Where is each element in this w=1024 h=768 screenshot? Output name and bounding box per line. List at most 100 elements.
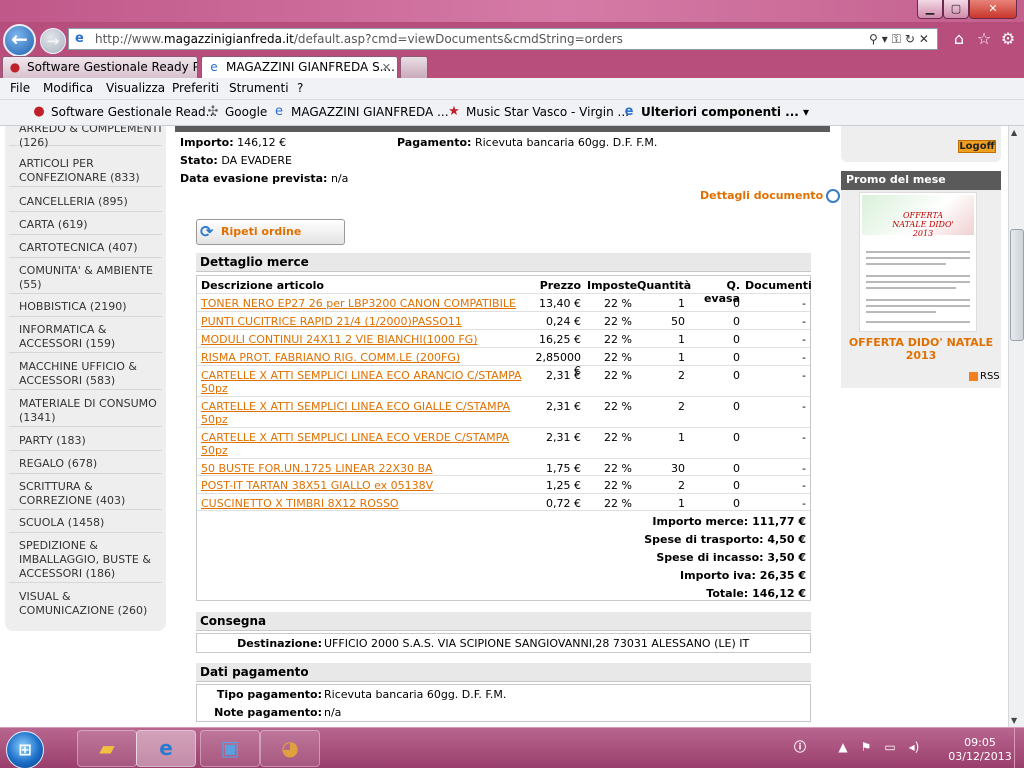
ripeti-ordine-button[interactable]: ⟳ Ripeti ordine	[196, 219, 345, 245]
category-materiale-consumo[interactable]: MATERIALE DI CONSUMO (1341)	[9, 394, 162, 427]
fav-magazzini-gianfreda[interactable]: e MAGAZZINI GIANFREDA ...	[271, 104, 449, 119]
scroll-up-arrow-icon[interactable]: ▲	[1011, 128, 1017, 137]
item-documents: -	[802, 400, 806, 413]
item-price: 2,31 €	[546, 369, 581, 382]
maximize-button[interactable]: ▢	[943, 0, 969, 19]
item-quantity: 1	[678, 351, 685, 364]
category-carta[interactable]: CARTA (619)	[9, 215, 162, 235]
back-button[interactable]: ←	[3, 24, 36, 57]
show-hidden-icons-icon[interactable]: ▲	[835, 739, 851, 755]
category-visual-comunicazione[interactable]: VISUAL & COMUNICAZIONE (260)	[9, 587, 162, 620]
taskbar-remote-desktop-button[interactable]: ▣	[200, 730, 260, 767]
minimize-button[interactable]: ▁	[917, 0, 943, 19]
total-value: 146,12 €	[752, 587, 806, 600]
category-arredo[interactable]: ARREDO & COMPLEMENTI (126)	[9, 126, 162, 149]
category-macchine-ufficio[interactable]: MACCHINE UFFICIO & ACCESSORI (583)	[9, 357, 162, 390]
item-description-link[interactable]: PUNTI CUCITRICE RAPID 21/4 (1/2000)PASSO…	[201, 315, 526, 328]
ie-page-icon: e	[210, 60, 218, 74]
item-fulfilled-qty: 0	[733, 297, 740, 310]
forward-button[interactable]: →	[40, 28, 66, 54]
item-documents: -	[802, 462, 806, 475]
scrollbar-thumb[interactable]	[1010, 229, 1024, 341]
tab-software-gestionale[interactable]: ● Software Gestionale Ready Pro ...	[2, 56, 198, 78]
item-fulfilled-qty: 0	[733, 462, 740, 475]
address-tools[interactable]: ⚲▾⚿↻✕	[869, 29, 933, 49]
promo-image[interactable]: OFFERTA NATALE DIDO' 2013	[859, 192, 977, 332]
category-articoli-confezionare[interactable]: ARTICOLI PER CONFEZIONARE (833)	[9, 154, 162, 187]
new-tab-button[interactable]	[400, 56, 428, 78]
menu-modifica[interactable]: Modifica	[43, 81, 93, 95]
item-price: 16,25 €	[539, 333, 581, 346]
item-tax: 22 %	[604, 479, 632, 492]
fav-label: MAGAZZINI GIANFREDA ...	[291, 105, 449, 119]
item-description-link[interactable]: CARTELLE X ATTI SEMPLICI LINEA ECO GIALL…	[201, 400, 526, 426]
dettagli-documento-link[interactable]: Dettagli documento	[700, 189, 841, 203]
category-hobbistica[interactable]: HOBBISTICA (2190)	[9, 297, 162, 317]
category-cartotecnica[interactable]: CARTOTECNICA (407)	[9, 238, 162, 258]
item-quantity: 1	[678, 297, 685, 310]
item-documents: -	[802, 351, 806, 364]
address-bar[interactable]: e http://www.magazzinigianfreda.it/defau…	[68, 28, 938, 50]
rss-link[interactable]: RSS	[969, 371, 1000, 382]
item-quantity: 50	[671, 315, 685, 328]
star-icon: ★	[448, 104, 460, 119]
menu-preferiti[interactable]: Preferiti	[172, 81, 219, 95]
category-scrittura-correzione[interactable]: SCRITTURA & CORREZIONE (403)	[9, 477, 162, 510]
favorites-star-icon[interactable]: ☆	[975, 30, 993, 48]
close-tab-icon[interactable]: ✕	[382, 57, 391, 78]
item-quantity: 1	[678, 431, 685, 444]
menu-file[interactable]: File	[10, 81, 30, 95]
item-fulfilled-qty: 0	[733, 431, 740, 444]
close-window-button[interactable]: ✕	[969, 0, 1017, 19]
item-description-link[interactable]: CARTELLE X ATTI SEMPLICI LINEA ECO ARANC…	[201, 369, 526, 395]
network-icon[interactable]: ▭	[882, 739, 898, 755]
magnifier-icon	[826, 189, 841, 203]
menu-strumenti[interactable]: Strumenti	[229, 81, 289, 95]
start-button[interactable]: ⊞	[6, 731, 44, 768]
item-description-link[interactable]: POST-IT TARTAN 38X51 GIALLO ex 05138V	[201, 479, 526, 492]
item-quantity: 1	[678, 333, 685, 346]
vertical-scrollbar[interactable]: ▲ ▼	[1008, 126, 1024, 727]
category-spedizione-imballaggio[interactable]: SPEDIZIONE & IMBALLAGGIO, BUSTE & ACCESS…	[9, 536, 162, 583]
fav-music-star-vasco[interactable]: ★ Music Star Vasco - Virgin ...	[446, 104, 629, 119]
menu-visualizza[interactable]: Visualizza	[106, 81, 165, 95]
tab-label: Software Gestionale Ready Pro ...	[27, 60, 197, 74]
info-icon[interactable]: ⓘ	[792, 739, 808, 755]
item-description-link[interactable]: CUSCINETTO X TIMBRI 8X12 ROSSO	[201, 497, 526, 510]
category-cancelleria[interactable]: CANCELLERIA (895)	[9, 192, 162, 212]
total-label: Totale:	[706, 587, 749, 600]
table-row: RISMA PROT. FABRIANO RIG. COMM.LE (200FG…	[197, 348, 810, 377]
promo-title-link[interactable]: OFFERTA DIDO' NATALE 2013	[841, 336, 1001, 362]
category-scuola[interactable]: SCUOLA (1458)	[9, 513, 162, 533]
fav-software-gestionale[interactable]: ● Software Gestionale Read...	[31, 104, 217, 119]
volume-icon[interactable]: ◂)	[906, 739, 922, 755]
item-description-link[interactable]: RISMA PROT. FABRIANO RIG. COMM.LE (200FG…	[201, 351, 526, 364]
item-description-link[interactable]: MODULI CONTINUI 24X11 2 VIE BIANCHI(1000…	[201, 333, 526, 346]
category-party[interactable]: PARTY (183)	[9, 431, 162, 451]
item-description-link[interactable]: TONER NERO EP27 26 per LBP3200 CANON COM…	[201, 297, 526, 310]
logoff-button[interactable]: Logoff	[958, 140, 996, 153]
taskbar-paint-button[interactable]: ◕	[260, 730, 320, 767]
home-icon[interactable]: ⌂	[950, 30, 968, 48]
taskbar-ie-button[interactable]: e	[136, 730, 196, 767]
item-description-link[interactable]: 50 BUSTE FOR.UN.1725 LINEAR 22X30 BA	[201, 462, 526, 475]
total-value: 3,50 €	[767, 551, 806, 564]
menu-help[interactable]: ?	[297, 81, 303, 95]
taskbar-explorer-button[interactable]: ▰	[77, 730, 137, 767]
category-informatica[interactable]: INFORMATICA & ACCESSORI (159)	[9, 320, 162, 353]
item-tax: 22 %	[604, 333, 632, 346]
tab-magazzini-gianfreda[interactable]: e MAGAZZINI GIANFREDA S.... ✕	[201, 56, 398, 78]
item-description-link[interactable]: CARTELLE X ATTI SEMPLICI LINEA ECO VERDE…	[201, 431, 526, 457]
item-fulfilled-qty: 0	[733, 351, 740, 364]
scroll-down-arrow-icon[interactable]: ▼	[1011, 716, 1017, 725]
clock-time: 09:05	[964, 736, 996, 749]
category-regalo[interactable]: REGALO (678)	[9, 454, 162, 474]
clock[interactable]: 09:05 03/12/2013	[940, 736, 1020, 764]
category-comunita-ambiente[interactable]: COMUNITA' & AMBIENTE (55)	[9, 261, 162, 294]
promo-art-text: OFFERTA NATALE DIDO' 2013	[892, 211, 954, 238]
show-desktop-button[interactable]	[1014, 728, 1024, 768]
fav-google[interactable]: ✣ Google	[205, 104, 268, 119]
flag-icon[interactable]: ⚑	[858, 739, 874, 755]
fav-ulteriori-componenti[interactable]: e Ulteriori componenti ... ▾	[621, 104, 809, 119]
settings-gear-icon[interactable]: ⚙	[999, 30, 1017, 48]
